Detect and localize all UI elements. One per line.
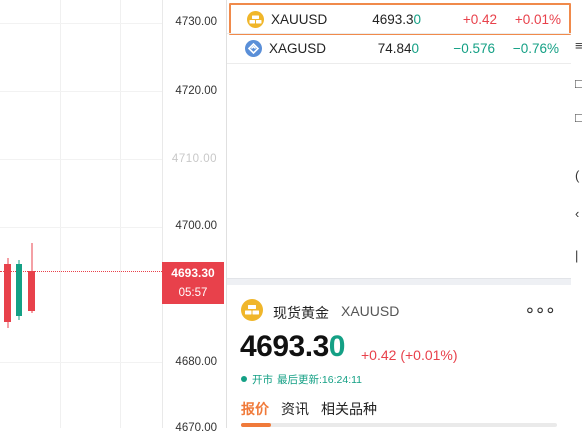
current-price-line	[0, 271, 162, 272]
current-price-value: 4693.30	[171, 266, 215, 280]
toolbar-tool-icon[interactable]: ‹	[575, 206, 579, 221]
change-value: +0.42	[462, 12, 497, 27]
axis-tick-label: 4670.00	[175, 422, 217, 434]
market-open-label: 开市	[252, 374, 273, 386]
drawing-toolbar: ≡ □ □ ( ‹ |	[571, 0, 582, 428]
status-dot-icon	[241, 376, 247, 382]
price-value: 4693.30	[372, 12, 421, 27]
detail-tabs: 报价 资讯 相关品种	[241, 399, 389, 419]
tab-related[interactable]: 相关品种	[321, 401, 377, 417]
gold-bars-icon	[247, 11, 264, 28]
grid-line	[0, 159, 162, 160]
grid-line	[0, 362, 162, 363]
tab-track	[241, 423, 557, 427]
symbol-label: XAUUSD	[271, 12, 328, 27]
axis-tick-label: 4680.00	[175, 356, 217, 368]
toolbar-tool-icon[interactable]: □	[575, 110, 582, 125]
toolbar-tool-icon[interactable]: ≡	[575, 38, 582, 53]
tab-quote[interactable]: 报价	[241, 401, 269, 417]
grid-line	[60, 0, 61, 428]
toolbar-tool-icon[interactable]: □	[575, 76, 582, 91]
watchlist-row-xauusd[interactable]: XAUUSD 4693.30 +0.42 +0.01%	[229, 3, 571, 35]
market-status: 开市 最后更新:16:24:11	[241, 372, 362, 387]
grid-line	[0, 91, 162, 92]
grid-line	[0, 227, 162, 228]
tab-indicator	[241, 423, 271, 427]
toolbar-tool-icon[interactable]: |	[575, 248, 578, 263]
watchlist-panel: XAUUSD 4693.30 +0.42 +0.01% XAGUSD 74.84…	[226, 0, 572, 428]
current-price-tag: 4693.30 05:57	[162, 262, 224, 304]
panel-separator	[227, 278, 571, 285]
candle	[28, 243, 35, 313]
price-value: 74.840	[377, 41, 419, 56]
change-percent: −0.76%	[512, 41, 559, 56]
grid-line	[0, 23, 162, 24]
candle	[4, 258, 11, 328]
divider	[227, 63, 571, 64]
change-value: −0.576	[453, 41, 495, 56]
watchlist-row-xagusd[interactable]: XAGUSD 74.840 −0.576 −0.76%	[229, 34, 567, 62]
detail-price: 4693.30	[240, 330, 345, 363]
gold-bars-icon	[241, 299, 263, 321]
more-options-icon[interactable]: ∘∘∘	[524, 300, 556, 321]
change-percent: +0.01%	[514, 12, 561, 27]
instrument-name: 现货黄金	[273, 305, 329, 321]
candle	[16, 260, 22, 320]
axis-tick-label: 4710.00	[171, 153, 217, 165]
symbol-label: XAGUSD	[269, 41, 327, 56]
tab-news[interactable]: 资讯	[281, 401, 309, 417]
toolbar-tool-icon[interactable]: (	[575, 168, 579, 183]
last-updated: 最后更新:16:24:11	[277, 374, 363, 386]
silver-icon	[245, 40, 262, 57]
axis-tick-label: 4720.00	[175, 85, 217, 97]
grid-line	[120, 0, 121, 428]
axis-tick-label: 4700.00	[175, 220, 217, 232]
detail-change: +0.42 (+0.01%)	[361, 347, 458, 363]
candle-countdown: 05:57	[178, 287, 208, 299]
price-axis: 4730.00 4720.00 4710.00 4700.00 4680.00 …	[162, 0, 225, 434]
instrument-symbol: XAUUSD	[341, 303, 400, 319]
axis-tick-label: 4730.00	[175, 16, 217, 28]
candlestick-chart[interactable]	[0, 0, 162, 428]
